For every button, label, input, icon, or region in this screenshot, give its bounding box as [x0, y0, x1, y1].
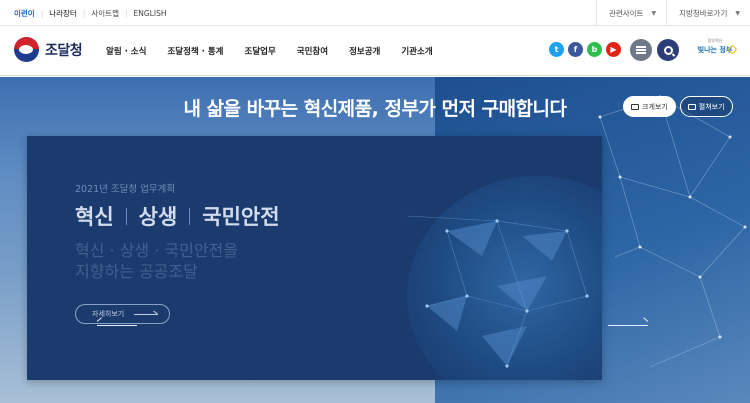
- view-expand-label: 펼쳐보기: [698, 102, 725, 111]
- slide-next-arrow-icon[interactable]: [608, 325, 648, 326]
- util-link-koneps[interactable]: 나라장터: [49, 8, 77, 19]
- view-large-label: 크게보기: [642, 102, 668, 111]
- divider: [189, 207, 191, 225]
- site-logo[interactable]: 조달청: [14, 37, 83, 62]
- slide-description-line: 지향하는 공공조달: [75, 262, 198, 281]
- nav-item-participation[interactable]: 국민참여: [297, 45, 328, 57]
- slide-description-line: 혁신 · 상생 · 국민안전을: [75, 241, 238, 260]
- slide-prev-arrow-icon[interactable]: [97, 325, 137, 326]
- nav-item-about[interactable]: 기관소개: [401, 45, 432, 57]
- all-menu-button[interactable]: [630, 39, 652, 61]
- related-sites-dropdown[interactable]: 관련사이트 ▼: [595, 0, 666, 26]
- regional-office-dropdown[interactable]: 지방청바로가기 ▼: [666, 0, 750, 26]
- taegeuk-emblem-icon: [14, 37, 39, 62]
- twitter-icon[interactable]: t: [549, 42, 564, 57]
- more-button[interactable]: 자세히보기: [75, 304, 170, 324]
- utility-dropdowns: 관련사이트 ▼ 지방청바로가기 ▼: [595, 0, 750, 26]
- gov-logo-caption: 정부혁신: [707, 38, 723, 43]
- blog-icon[interactable]: b: [587, 42, 602, 57]
- gov-innovation-logo[interactable]: 정부혁신 빛나는 정부: [692, 38, 738, 63]
- utility-bar: 이런이 | 나라장터 | 사이트맵 | ENGLISH 관련사이트 ▼ 지방청바…: [0, 0, 750, 26]
- slide-subtitle: 2021년 조달청 업무계획: [75, 184, 176, 195]
- main-slide: 2021년 조달청 업무계획 혁신 상생 국민안전 혁신 · 상생 · 국민안전…: [27, 136, 602, 380]
- facebook-icon[interactable]: f: [568, 42, 583, 57]
- util-link-kids[interactable]: 이런이: [14, 8, 35, 19]
- slide-headline: 혁신 상생 국민안전: [75, 201, 280, 231]
- chevron-down-icon: ▼: [651, 9, 657, 17]
- chevron-down-icon: ▼: [735, 9, 740, 17]
- slide-description: 혁신 · 상생 · 국민안전을 지향하는 공공조달: [75, 240, 238, 282]
- divider: |: [40, 8, 44, 18]
- util-link-sitemap[interactable]: 사이트맵: [91, 8, 119, 19]
- nav-item-disclosure[interactable]: 정보공개: [349, 45, 380, 57]
- headline-word: 상생: [138, 205, 178, 229]
- view-large-button[interactable]: 크게보기: [623, 96, 676, 117]
- main-nav: 알림 · 소식 조달정책 · 통계 조달업무 국민참여 정보공개 기관소개: [106, 26, 454, 76]
- related-sites-label: 관련사이트: [608, 8, 644, 18]
- util-link-english[interactable]: ENGLISH: [134, 9, 167, 18]
- nav-item-policy-stats[interactable]: 조달정책 · 통계: [167, 45, 223, 57]
- nav-item-news[interactable]: 알림 · 소식: [106, 45, 146, 57]
- divider: |: [82, 8, 86, 18]
- logo-text: 조달청: [45, 42, 83, 59]
- sns-links: t f b ▶: [549, 42, 625, 57]
- search-icon: [663, 45, 673, 55]
- zoom-icon: [631, 103, 639, 110]
- main-header: 조달청 알림 · 소식 조달정책 · 통계 조달업무 국민참여 정보공개 기관소…: [0, 26, 750, 76]
- headline-word: 국민안전: [202, 205, 280, 229]
- grid-icon: [687, 103, 696, 110]
- search-button[interactable]: [657, 39, 679, 61]
- divider: [125, 207, 127, 225]
- hero-banner: 내 삶을 바꾸는 혁신제품, 정부가 먼저 구매합니다 크게보기 펼쳐보기 20…: [0, 77, 750, 403]
- nav-item-procurement[interactable]: 조달업무: [245, 45, 276, 57]
- headline-word: 혁신: [75, 205, 114, 229]
- divider: |: [124, 8, 128, 18]
- regional-office-label: 지방청바로가기: [679, 8, 728, 18]
- view-toggle-group: 크게보기 펼쳐보기: [623, 96, 737, 117]
- hamburger-icon: [636, 49, 646, 51]
- view-expand-button[interactable]: 펼쳐보기: [679, 96, 733, 117]
- more-label: 자세히보기: [92, 310, 125, 318]
- youtube-icon[interactable]: ▶: [606, 42, 621, 57]
- arrow-right-icon: [134, 313, 159, 315]
- utility-links: 이런이 | 나라장터 | 사이트맵 | ENGLISH: [14, 0, 172, 26]
